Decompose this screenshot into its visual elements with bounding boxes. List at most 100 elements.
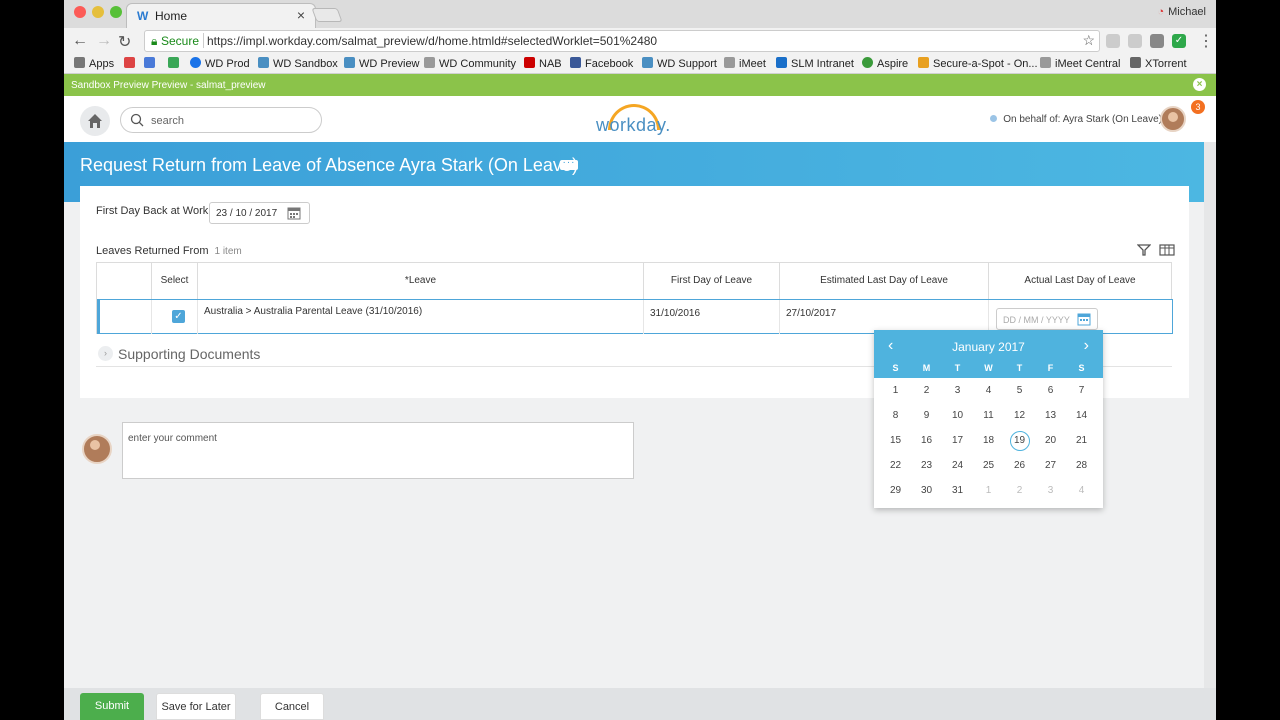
- maximize-window-button[interactable]: [110, 6, 122, 18]
- new-tab-button[interactable]: [311, 8, 343, 22]
- bookmark-secure-a-spot[interactable]: Secure-a-Spot - On...: [918, 57, 1038, 70]
- calendar-day-today[interactable]: 19: [1004, 431, 1035, 451]
- chevron-right-icon[interactable]: ›: [98, 346, 113, 361]
- minimize-window-button[interactable]: [92, 6, 104, 18]
- table-row[interactable]: ✓ Australia > Australia Parental Leave (…: [97, 299, 1173, 334]
- calendar-day[interactable]: 21: [1066, 431, 1097, 451]
- leaves-returned-label: Leaves Returned From 1 item: [96, 245, 242, 257]
- close-window-button[interactable]: [74, 6, 86, 18]
- calendar-day-next-month[interactable]: 1: [973, 481, 1004, 501]
- calendar-day[interactable]: 14: [1066, 406, 1097, 426]
- select-checkbox[interactable]: ✓: [172, 310, 185, 323]
- calendar-day[interactable]: 6: [1035, 381, 1066, 401]
- calendar-day[interactable]: 26: [1004, 456, 1035, 476]
- cancel-button[interactable]: Cancel: [260, 693, 324, 720]
- calendar-day[interactable]: 9: [911, 406, 942, 426]
- extension-icon-1[interactable]: [1106, 34, 1120, 48]
- browser-tab-home[interactable]: W Home ×: [126, 3, 316, 28]
- url-bar[interactable]: 🔒︎ Secure https://impl.workday.com/salma…: [144, 30, 1100, 52]
- close-banner-icon[interactable]: ×: [1193, 78, 1206, 91]
- column-header-select[interactable]: Select: [152, 263, 198, 299]
- calendar-day[interactable]: 25: [973, 456, 1004, 476]
- calendar-day[interactable]: 18: [973, 431, 1004, 451]
- weekday-label: T: [954, 363, 961, 373]
- bookmark-apps[interactable]: Apps: [74, 57, 114, 70]
- bookmark-xtorrent[interactable]: XTorrent: [1130, 57, 1187, 70]
- gmail-icon[interactable]: [124, 57, 139, 70]
- calendar-day[interactable]: 15: [880, 431, 911, 451]
- on-behalf-indicator[interactable]: On behalf of: Ayra Stark (On Leave): [990, 114, 1162, 125]
- calendar-day[interactable]: 7: [1066, 381, 1097, 401]
- column-header-actual-last-day[interactable]: Actual Last Day of Leave: [989, 263, 1171, 299]
- bookmark-nab[interactable]: NAB: [524, 57, 562, 70]
- calendar-day[interactable]: 27: [1035, 456, 1066, 476]
- calendar-day[interactable]: 3: [942, 381, 973, 401]
- bookmark-star-icon[interactable]: ☆: [1082, 30, 1095, 50]
- calendar-day[interactable]: 13: [1035, 406, 1066, 426]
- weekday-label: S: [892, 363, 899, 373]
- calendar-icon[interactable]: [1077, 312, 1091, 326]
- bookmark-facebook[interactable]: Facebook: [570, 57, 633, 70]
- first-day-date-input[interactable]: 23 / 10 / 2017: [209, 202, 310, 224]
- back-icon[interactable]: ←: [72, 32, 88, 50]
- calendar-day[interactable]: 12: [1004, 406, 1035, 426]
- submit-button[interactable]: Submit: [80, 693, 144, 720]
- home-button[interactable]: [80, 106, 110, 136]
- calendar-day[interactable]: 16: [911, 431, 942, 451]
- calendar-bookmark-icon[interactable]: [144, 57, 159, 70]
- workday-logo[interactable]: workday.: [594, 100, 674, 136]
- calendar-day[interactable]: 31: [942, 481, 973, 501]
- forward-icon[interactable]: →: [96, 32, 112, 50]
- column-header-leave[interactable]: *Leave: [198, 263, 644, 299]
- save-for-later-button[interactable]: Save for Later: [156, 693, 236, 720]
- calendar-day[interactable]: 30: [911, 481, 942, 501]
- bookmark-wd-preview[interactable]: WD Preview: [344, 57, 420, 70]
- calendar-icon[interactable]: [287, 206, 301, 220]
- notification-badge[interactable]: 3: [1191, 100, 1205, 114]
- calendar-day[interactable]: 28: [1066, 456, 1097, 476]
- bookmark-wd-prod[interactable]: WD Prod: [190, 57, 250, 70]
- calendar-day[interactable]: 5: [1004, 381, 1035, 401]
- calendar-day-next-month[interactable]: 2: [1004, 481, 1035, 501]
- bookmark-slm-intranet[interactable]: SLM Intranet: [776, 57, 854, 70]
- profile-avatar[interactable]: [1160, 106, 1186, 132]
- bookmark-aspire[interactable]: Aspire: [862, 57, 908, 70]
- calendar-day[interactable]: 24: [942, 456, 973, 476]
- bookmark-wd-support[interactable]: WD Support: [642, 57, 717, 70]
- filter-icon[interactable]: [1136, 243, 1152, 257]
- comment-input[interactable]: enter your comment: [122, 422, 634, 479]
- column-header-est-last-day[interactable]: Estimated Last Day of Leave: [780, 263, 989, 299]
- action-footer: [64, 688, 1216, 720]
- calendar-day[interactable]: 23: [911, 456, 942, 476]
- calendar-day[interactable]: 10: [942, 406, 973, 426]
- calendar-day[interactable]: 4: [973, 381, 1004, 401]
- close-tab-icon[interactable]: ×: [297, 7, 305, 23]
- browser-user[interactable]: ◔ Michael: [1157, 6, 1206, 18]
- search-input[interactable]: search: [120, 107, 322, 133]
- extension-icon-2[interactable]: [1128, 34, 1142, 48]
- calendar-day[interactable]: 1: [880, 381, 911, 401]
- column-settings-icon[interactable]: [1159, 243, 1175, 257]
- related-actions-icon[interactable]: ···: [560, 158, 578, 170]
- calendar-day-next-month[interactable]: 4: [1066, 481, 1097, 501]
- calendar-day[interactable]: 29: [880, 481, 911, 501]
- bookmark-imeet-central[interactable]: iMeet Central: [1040, 57, 1120, 70]
- bookmark-wd-community[interactable]: WD Community: [424, 57, 516, 70]
- reload-icon[interactable]: ↻: [118, 32, 131, 52]
- calendar-day[interactable]: 11: [973, 406, 1004, 426]
- actual-last-day-input[interactable]: DD / MM / YYYY: [996, 308, 1098, 330]
- calendar-day[interactable]: 17: [942, 431, 973, 451]
- menu-icon[interactable]: ⋮: [1198, 31, 1214, 51]
- bookmark-wd-sandbox[interactable]: WD Sandbox: [258, 57, 338, 70]
- calendar-day[interactable]: 2: [911, 381, 942, 401]
- calendar-day-next-month[interactable]: 3: [1035, 481, 1066, 501]
- bookmark-imeet[interactable]: iMeet: [724, 57, 766, 70]
- column-header-first-day[interactable]: First Day of Leave: [644, 263, 780, 299]
- extension-check-icon[interactable]: ✓: [1172, 34, 1186, 48]
- calendar-day[interactable]: 20: [1035, 431, 1066, 451]
- drive-icon[interactable]: [168, 57, 183, 70]
- calendar-day[interactable]: 22: [880, 456, 911, 476]
- calendar-day[interactable]: 8: [880, 406, 911, 426]
- next-month-icon[interactable]: ›: [1084, 337, 1089, 355]
- extension-icon-3[interactable]: [1150, 34, 1164, 48]
